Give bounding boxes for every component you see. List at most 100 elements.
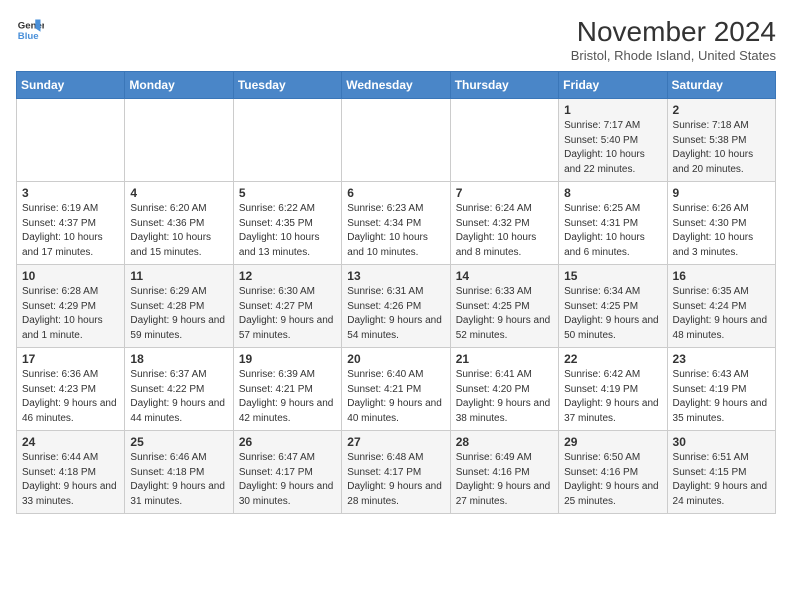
logo-icon: General Blue bbox=[16, 16, 44, 44]
calendar-cell: 9 Sunrise: 6:26 AM Sunset: 4:30 PM Daylig… bbox=[667, 182, 775, 265]
calendar-cell: 24 Sunrise: 6:44 AM Sunset: 4:18 PM Dayli… bbox=[17, 431, 125, 514]
day-number: 4 bbox=[130, 186, 227, 200]
day-info: Sunrise: 6:30 AM Sunset: 4:27 PM Dayligh… bbox=[239, 285, 336, 343]
calendar-cell: 12 Sunrise: 6:30 AM Sunset: 4:27 PM Dayli… bbox=[233, 265, 341, 348]
calendar-cell: 8 Sunrise: 6:25 AM Sunset: 4:31 PM Daylig… bbox=[559, 182, 667, 265]
day-info: Sunrise: 6:19 AM Sunset: 4:37 PM Dayligh… bbox=[22, 202, 119, 260]
calendar-cell bbox=[450, 99, 558, 182]
day-number: 19 bbox=[239, 352, 336, 366]
calendar-cell: 21 Sunrise: 6:41 AM Sunset: 4:20 PM Dayli… bbox=[450, 348, 558, 431]
day-info: Sunrise: 6:50 AM Sunset: 4:16 PM Dayligh… bbox=[564, 451, 661, 509]
day-number: 2 bbox=[673, 103, 770, 117]
calendar-week-row: 17 Sunrise: 6:36 AM Sunset: 4:23 PM Dayli… bbox=[17, 348, 776, 431]
day-number: 15 bbox=[564, 269, 661, 283]
calendar-cell: 3Sunrise: 6:19 AM Sunset: 4:37 PM Daylig… bbox=[17, 182, 125, 265]
day-info: Sunrise: 6:24 AM Sunset: 4:32 PM Dayligh… bbox=[456, 202, 553, 260]
day-info: Sunrise: 6:41 AM Sunset: 4:20 PM Dayligh… bbox=[456, 368, 553, 426]
calendar-cell: 29 Sunrise: 6:50 AM Sunset: 4:16 PM Dayli… bbox=[559, 431, 667, 514]
weekday-header: Tuesday bbox=[233, 72, 341, 99]
calendar-cell bbox=[125, 99, 233, 182]
day-number: 1 bbox=[564, 103, 661, 117]
day-info: Sunrise: 6:49 AM Sunset: 4:16 PM Dayligh… bbox=[456, 451, 553, 509]
logo: General Blue bbox=[16, 16, 44, 44]
day-info: Sunrise: 6:36 AM Sunset: 4:23 PM Dayligh… bbox=[22, 368, 119, 426]
calendar-cell: 23 Sunrise: 6:43 AM Sunset: 4:19 PM Dayli… bbox=[667, 348, 775, 431]
calendar-header: SundayMondayTuesdayWednesdayThursdayFrid… bbox=[17, 72, 776, 99]
weekday-header: Wednesday bbox=[342, 72, 450, 99]
calendar-cell bbox=[17, 99, 125, 182]
calendar-cell bbox=[342, 99, 450, 182]
calendar-cell: 19 Sunrise: 6:39 AM Sunset: 4:21 PM Dayli… bbox=[233, 348, 341, 431]
day-info: Sunrise: 6:46 AM Sunset: 4:18 PM Dayligh… bbox=[130, 451, 227, 509]
page-header: General Blue November 2024 Bristol, Rhod… bbox=[16, 16, 776, 63]
day-number: 28 bbox=[456, 435, 553, 449]
day-info: Sunrise: 6:25 AM Sunset: 4:31 PM Dayligh… bbox=[564, 202, 661, 260]
calendar-cell: 14 Sunrise: 6:33 AM Sunset: 4:25 PM Dayli… bbox=[450, 265, 558, 348]
calendar-cell: 25Sunrise: 6:46 AM Sunset: 4:18 PM Dayli… bbox=[125, 431, 233, 514]
day-info: Sunrise: 6:35 AM Sunset: 4:24 PM Dayligh… bbox=[673, 285, 770, 343]
day-number: 24 bbox=[22, 435, 119, 449]
svg-text:Blue: Blue bbox=[18, 31, 39, 42]
day-info: Sunrise: 6:26 AM Sunset: 4:30 PM Dayligh… bbox=[673, 202, 770, 260]
day-info: Sunrise: 6:51 AM Sunset: 4:15 PM Dayligh… bbox=[673, 451, 770, 509]
day-info: Sunrise: 6:42 AM Sunset: 4:19 PM Dayligh… bbox=[564, 368, 661, 426]
calendar-cell: 13 Sunrise: 6:31 AM Sunset: 4:26 PM Dayli… bbox=[342, 265, 450, 348]
day-info: Sunrise: 6:43 AM Sunset: 4:19 PM Dayligh… bbox=[673, 368, 770, 426]
calendar-cell: 7 Sunrise: 6:24 AM Sunset: 4:32 PM Daylig… bbox=[450, 182, 558, 265]
day-info: Sunrise: 6:28 AM Sunset: 4:29 PM Dayligh… bbox=[22, 285, 119, 343]
location: Bristol, Rhode Island, United States bbox=[571, 48, 776, 63]
calendar-cell: 15 Sunrise: 6:34 AM Sunset: 4:25 PM Dayli… bbox=[559, 265, 667, 348]
calendar-cell: 1 Sunrise: 7:17 AM Sunset: 5:40 PM Daylig… bbox=[559, 99, 667, 182]
day-number: 23 bbox=[673, 352, 770, 366]
calendar-week-row: 10Sunrise: 6:28 AM Sunset: 4:29 PM Dayli… bbox=[17, 265, 776, 348]
weekday-header: Monday bbox=[125, 72, 233, 99]
calendar-cell: 28 Sunrise: 6:49 AM Sunset: 4:16 PM Dayli… bbox=[450, 431, 558, 514]
day-info: Sunrise: 6:34 AM Sunset: 4:25 PM Dayligh… bbox=[564, 285, 661, 343]
calendar-cell: 18Sunrise: 6:37 AM Sunset: 4:22 PM Dayli… bbox=[125, 348, 233, 431]
calendar-cell: 4 Sunrise: 6:20 AM Sunset: 4:36 PM Daylig… bbox=[125, 182, 233, 265]
day-number: 17 bbox=[22, 352, 119, 366]
day-info: Sunrise: 6:33 AM Sunset: 4:25 PM Dayligh… bbox=[456, 285, 553, 343]
calendar-week-row: 1 Sunrise: 7:17 AM Sunset: 5:40 PM Daylig… bbox=[17, 99, 776, 182]
day-number: 11 bbox=[130, 269, 227, 283]
calendar-body: 1 Sunrise: 7:17 AM Sunset: 5:40 PM Daylig… bbox=[17, 99, 776, 514]
day-number: 29 bbox=[564, 435, 661, 449]
day-number: 12 bbox=[239, 269, 336, 283]
day-number: 16 bbox=[673, 269, 770, 283]
calendar-cell: 2Sunrise: 7:18 AM Sunset: 5:38 PM Daylig… bbox=[667, 99, 775, 182]
day-number: 9 bbox=[673, 186, 770, 200]
day-info: Sunrise: 6:20 AM Sunset: 4:36 PM Dayligh… bbox=[130, 202, 227, 260]
weekday-header: Thursday bbox=[450, 72, 558, 99]
weekday-header: Sunday bbox=[17, 72, 125, 99]
day-info: Sunrise: 6:48 AM Sunset: 4:17 PM Dayligh… bbox=[347, 451, 444, 509]
calendar-cell: 27 Sunrise: 6:48 AM Sunset: 4:17 PM Dayli… bbox=[342, 431, 450, 514]
day-number: 14 bbox=[456, 269, 553, 283]
weekday-header: Saturday bbox=[667, 72, 775, 99]
day-number: 27 bbox=[347, 435, 444, 449]
day-info: Sunrise: 6:31 AM Sunset: 4:26 PM Dayligh… bbox=[347, 285, 444, 343]
calendar-cell: 22 Sunrise: 6:42 AM Sunset: 4:19 PM Dayli… bbox=[559, 348, 667, 431]
day-info: Sunrise: 6:29 AM Sunset: 4:28 PM Dayligh… bbox=[130, 285, 227, 343]
calendar-cell: 5Sunrise: 6:22 AM Sunset: 4:35 PM Daylig… bbox=[233, 182, 341, 265]
day-number: 5 bbox=[239, 186, 336, 200]
day-number: 13 bbox=[347, 269, 444, 283]
day-info: Sunrise: 6:44 AM Sunset: 4:18 PM Dayligh… bbox=[22, 451, 119, 509]
day-number: 22 bbox=[564, 352, 661, 366]
calendar-cell: 10Sunrise: 6:28 AM Sunset: 4:29 PM Dayli… bbox=[17, 265, 125, 348]
calendar-cell: 20Sunrise: 6:40 AM Sunset: 4:21 PM Dayli… bbox=[342, 348, 450, 431]
day-number: 7 bbox=[456, 186, 553, 200]
calendar-cell bbox=[233, 99, 341, 182]
day-info: Sunrise: 6:37 AM Sunset: 4:22 PM Dayligh… bbox=[130, 368, 227, 426]
title-block: November 2024 Bristol, Rhode Island, Uni… bbox=[571, 16, 776, 63]
day-number: 30 bbox=[673, 435, 770, 449]
day-info: Sunrise: 7:17 AM Sunset: 5:40 PM Dayligh… bbox=[564, 119, 661, 177]
calendar-week-row: 3Sunrise: 6:19 AM Sunset: 4:37 PM Daylig… bbox=[17, 182, 776, 265]
calendar-cell: 16 Sunrise: 6:35 AM Sunset: 4:24 PM Dayli… bbox=[667, 265, 775, 348]
day-number: 21 bbox=[456, 352, 553, 366]
day-info: Sunrise: 6:39 AM Sunset: 4:21 PM Dayligh… bbox=[239, 368, 336, 426]
day-number: 8 bbox=[564, 186, 661, 200]
weekday-header: Friday bbox=[559, 72, 667, 99]
calendar-cell: 6Sunrise: 6:23 AM Sunset: 4:34 PM Daylig… bbox=[342, 182, 450, 265]
day-info: Sunrise: 6:23 AM Sunset: 4:34 PM Dayligh… bbox=[347, 202, 444, 260]
calendar-table: SundayMondayTuesdayWednesdayThursdayFrid… bbox=[16, 71, 776, 514]
